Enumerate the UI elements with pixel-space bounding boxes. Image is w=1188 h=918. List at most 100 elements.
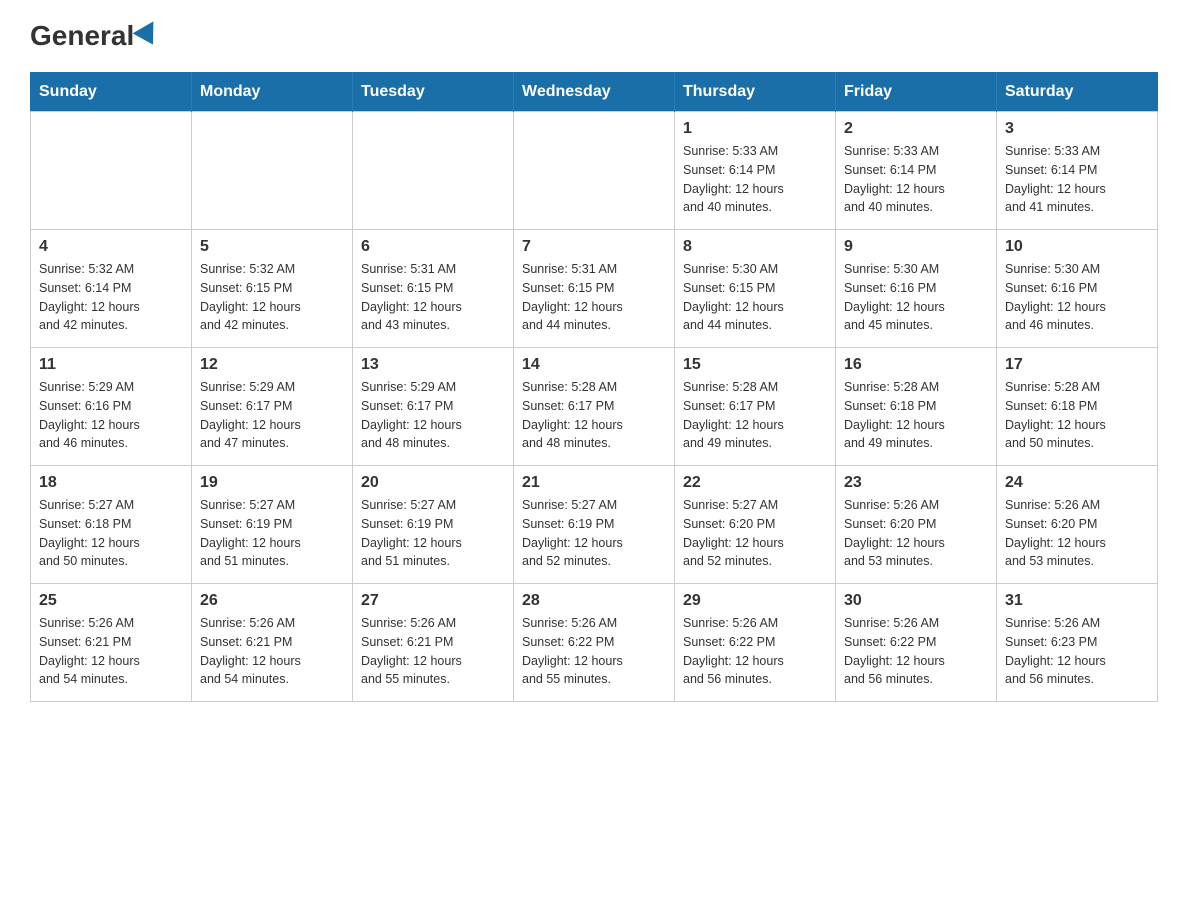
day-info: Sunrise: 5:29 AMSunset: 6:17 PMDaylight:… xyxy=(200,378,344,453)
day-number: 26 xyxy=(200,592,344,610)
calendar-cell: 12 Sunrise: 5:29 AMSunset: 6:17 PMDayligh… xyxy=(192,348,353,466)
day-number: 24 xyxy=(1005,474,1149,492)
day-info: Sunrise: 5:27 AMSunset: 6:19 PMDaylight:… xyxy=(522,496,666,571)
calendar-header-friday: Friday xyxy=(836,73,997,112)
calendar-cell: 29 Sunrise: 5:26 AMSunset: 6:22 PMDayligh… xyxy=(675,584,836,702)
day-number: 16 xyxy=(844,356,988,374)
day-number: 19 xyxy=(200,474,344,492)
calendar-week-row: 1 Sunrise: 5:33 AMSunset: 6:14 PMDaylight… xyxy=(31,112,1158,230)
day-number: 29 xyxy=(683,592,827,610)
day-info: Sunrise: 5:29 AMSunset: 6:16 PMDaylight:… xyxy=(39,378,183,453)
calendar-header-monday: Monday xyxy=(192,73,353,112)
calendar-cell xyxy=(31,112,192,230)
day-info: Sunrise: 5:33 AMSunset: 6:14 PMDaylight:… xyxy=(1005,142,1149,217)
day-info: Sunrise: 5:31 AMSunset: 6:15 PMDaylight:… xyxy=(361,260,505,335)
calendar-cell xyxy=(192,112,353,230)
calendar-cell: 9 Sunrise: 5:30 AMSunset: 6:16 PMDaylight… xyxy=(836,230,997,348)
calendar-cell: 4Sunrise: 5:32 AMSunset: 6:14 PMDaylight… xyxy=(31,230,192,348)
day-info: Sunrise: 5:27 AMSunset: 6:18 PMDaylight:… xyxy=(39,496,183,571)
day-number: 3 xyxy=(1005,120,1149,138)
day-number: 23 xyxy=(844,474,988,492)
day-number: 17 xyxy=(1005,356,1149,374)
day-info: Sunrise: 5:26 AMSunset: 6:21 PMDaylight:… xyxy=(361,614,505,689)
day-number: 21 xyxy=(522,474,666,492)
day-number: 14 xyxy=(522,356,666,374)
calendar-cell: 18 Sunrise: 5:27 AMSunset: 6:18 PMDayligh… xyxy=(31,466,192,584)
calendar-cell: 19 Sunrise: 5:27 AMSunset: 6:19 PMDayligh… xyxy=(192,466,353,584)
calendar-cell: 2Sunrise: 5:33 AMSunset: 6:14 PMDaylight… xyxy=(836,112,997,230)
calendar-header-sunday: Sunday xyxy=(31,73,192,112)
day-info: Sunrise: 5:33 AMSunset: 6:14 PMDaylight:… xyxy=(844,142,988,217)
day-number: 12 xyxy=(200,356,344,374)
calendar-cell: 15 Sunrise: 5:28 AMSunset: 6:17 PMDayligh… xyxy=(675,348,836,466)
day-info: Sunrise: 5:26 AMSunset: 6:20 PMDaylight:… xyxy=(1005,496,1149,571)
calendar-cell: 13 Sunrise: 5:29 AMSunset: 6:17 PMDayligh… xyxy=(353,348,514,466)
day-info: Sunrise: 5:28 AMSunset: 6:18 PMDaylight:… xyxy=(844,378,988,453)
day-number: 15 xyxy=(683,356,827,374)
logo: General xyxy=(30,20,162,52)
calendar-cell: 7 Sunrise: 5:31 AMSunset: 6:15 PMDaylight… xyxy=(514,230,675,348)
day-info: Sunrise: 5:26 AMSunset: 6:22 PMDaylight:… xyxy=(683,614,827,689)
day-info: Sunrise: 5:27 AMSunset: 6:20 PMDaylight:… xyxy=(683,496,827,571)
calendar-header-row: SundayMondayTuesdayWednesdayThursdayFrid… xyxy=(31,73,1158,112)
calendar-cell: 1 Sunrise: 5:33 AMSunset: 6:14 PMDaylight… xyxy=(675,112,836,230)
calendar-cell: 26 Sunrise: 5:26 AMSunset: 6:21 PMDayligh… xyxy=(192,584,353,702)
day-number: 7 xyxy=(522,238,666,256)
calendar-header-thursday: Thursday xyxy=(675,73,836,112)
day-info: Sunrise: 5:28 AMSunset: 6:17 PMDaylight:… xyxy=(683,378,827,453)
day-info: Sunrise: 5:29 AMSunset: 6:17 PMDaylight:… xyxy=(361,378,505,453)
day-number: 18 xyxy=(39,474,183,492)
calendar-cell: 6 Sunrise: 5:31 AMSunset: 6:15 PMDaylight… xyxy=(353,230,514,348)
calendar-cell: 31 Sunrise: 5:26 AMSunset: 6:23 PMDayligh… xyxy=(997,584,1158,702)
day-info: Sunrise: 5:26 AMSunset: 6:20 PMDaylight:… xyxy=(844,496,988,571)
day-info: Sunrise: 5:30 AMSunset: 6:16 PMDaylight:… xyxy=(844,260,988,335)
day-number: 1 xyxy=(683,120,827,138)
day-info: Sunrise: 5:26 AMSunset: 6:22 PMDaylight:… xyxy=(844,614,988,689)
calendar-cell: 22Sunrise: 5:27 AMSunset: 6:20 PMDayligh… xyxy=(675,466,836,584)
logo-arrow-icon xyxy=(133,21,164,50)
day-number: 28 xyxy=(522,592,666,610)
calendar-cell: 27 Sunrise: 5:26 AMSunset: 6:21 PMDayligh… xyxy=(353,584,514,702)
day-number: 13 xyxy=(361,356,505,374)
day-number: 20 xyxy=(361,474,505,492)
calendar-cell: 21 Sunrise: 5:27 AMSunset: 6:19 PMDayligh… xyxy=(514,466,675,584)
day-number: 8 xyxy=(683,238,827,256)
day-info: Sunrise: 5:26 AMSunset: 6:23 PMDaylight:… xyxy=(1005,614,1149,689)
day-number: 5 xyxy=(200,238,344,256)
calendar-cell: 28Sunrise: 5:26 AMSunset: 6:22 PMDayligh… xyxy=(514,584,675,702)
day-number: 25 xyxy=(39,592,183,610)
day-info: Sunrise: 5:32 AMSunset: 6:15 PMDaylight:… xyxy=(200,260,344,335)
day-info: Sunrise: 5:26 AMSunset: 6:21 PMDaylight:… xyxy=(39,614,183,689)
calendar-cell: 30 Sunrise: 5:26 AMSunset: 6:22 PMDayligh… xyxy=(836,584,997,702)
day-info: Sunrise: 5:31 AMSunset: 6:15 PMDaylight:… xyxy=(522,260,666,335)
calendar-cell xyxy=(514,112,675,230)
calendar-cell: 10Sunrise: 5:30 AMSunset: 6:16 PMDayligh… xyxy=(997,230,1158,348)
calendar-cell: 17 Sunrise: 5:28 AMSunset: 6:18 PMDayligh… xyxy=(997,348,1158,466)
day-info: Sunrise: 5:28 AMSunset: 6:18 PMDaylight:… xyxy=(1005,378,1149,453)
calendar-table: SundayMondayTuesdayWednesdayThursdayFrid… xyxy=(30,72,1158,702)
calendar-week-row: 18 Sunrise: 5:27 AMSunset: 6:18 PMDayligh… xyxy=(31,466,1158,584)
day-info: Sunrise: 5:32 AMSunset: 6:14 PMDaylight:… xyxy=(39,260,183,335)
day-info: Sunrise: 5:33 AMSunset: 6:14 PMDaylight:… xyxy=(683,142,827,217)
day-info: Sunrise: 5:26 AMSunset: 6:21 PMDaylight:… xyxy=(200,614,344,689)
day-number: 6 xyxy=(361,238,505,256)
calendar-cell: 20Sunrise: 5:27 AMSunset: 6:19 PMDayligh… xyxy=(353,466,514,584)
calendar-cell: 3 Sunrise: 5:33 AMSunset: 6:14 PMDaylight… xyxy=(997,112,1158,230)
calendar-cell: 8 Sunrise: 5:30 AMSunset: 6:15 PMDaylight… xyxy=(675,230,836,348)
calendar-week-row: 4Sunrise: 5:32 AMSunset: 6:14 PMDaylight… xyxy=(31,230,1158,348)
logo-general-text: General xyxy=(30,20,134,52)
calendar-cell: 14Sunrise: 5:28 AMSunset: 6:17 PMDayligh… xyxy=(514,348,675,466)
calendar-cell: 25 Sunrise: 5:26 AMSunset: 6:21 PMDayligh… xyxy=(31,584,192,702)
day-number: 9 xyxy=(844,238,988,256)
calendar-cell: 5 Sunrise: 5:32 AMSunset: 6:15 PMDaylight… xyxy=(192,230,353,348)
day-info: Sunrise: 5:27 AMSunset: 6:19 PMDaylight:… xyxy=(200,496,344,571)
day-info: Sunrise: 5:30 AMSunset: 6:15 PMDaylight:… xyxy=(683,260,827,335)
day-number: 27 xyxy=(361,592,505,610)
calendar-cell: 23 Sunrise: 5:26 AMSunset: 6:20 PMDayligh… xyxy=(836,466,997,584)
day-number: 31 xyxy=(1005,592,1149,610)
calendar-week-row: 11Sunrise: 5:29 AMSunset: 6:16 PMDayligh… xyxy=(31,348,1158,466)
day-number: 10 xyxy=(1005,238,1149,256)
day-number: 30 xyxy=(844,592,988,610)
calendar-header-wednesday: Wednesday xyxy=(514,73,675,112)
page-header: General xyxy=(30,20,1158,52)
